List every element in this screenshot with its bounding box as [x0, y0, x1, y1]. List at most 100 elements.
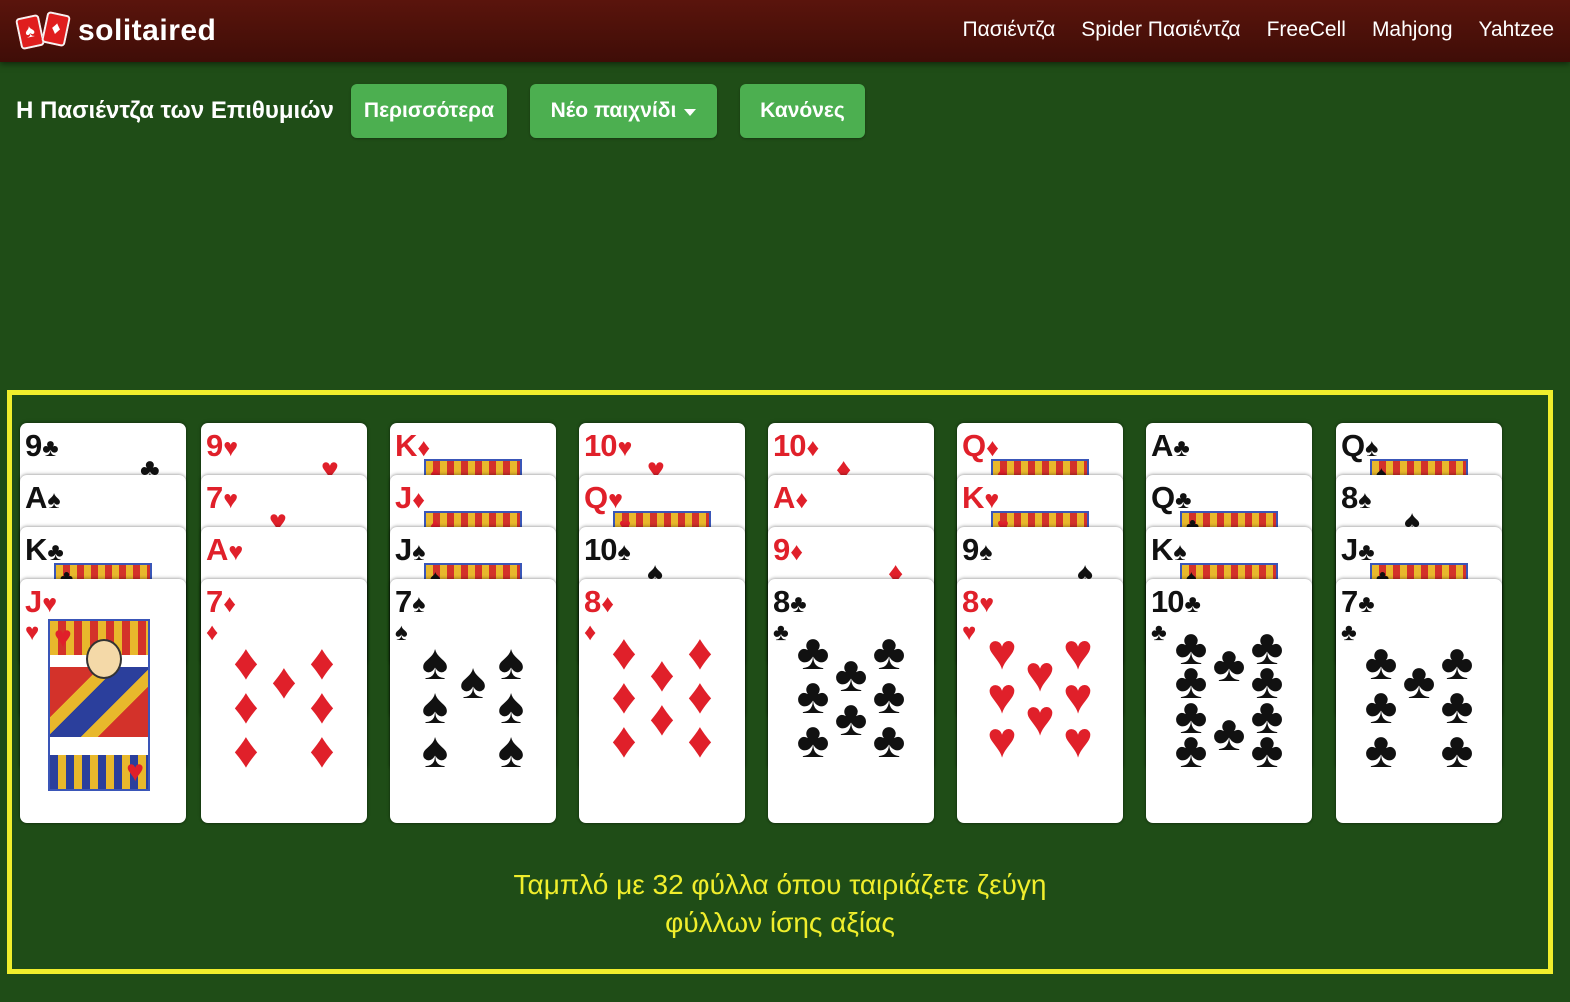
heart-icon: ♥ [25, 619, 40, 646]
nav-link-solitaire[interactable]: Πασιέντζα [962, 18, 1055, 42]
card-rank: 8 [1341, 480, 1358, 515]
diamond-icon: ♦ [412, 486, 425, 514]
card-rank: 9 [25, 428, 42, 463]
spade-icon: ♠ [395, 619, 408, 646]
heart-pip-icon: ♥ [1025, 690, 1055, 746]
card-rank: A [206, 532, 228, 567]
club-icon: ♣ [42, 434, 58, 462]
diamond-pip-icon: ♦ [233, 722, 259, 778]
rules-button-label: Κανόνες [760, 99, 845, 122]
club-icon: ♣ [1341, 619, 1357, 646]
heart-icon: ♥ [228, 538, 243, 566]
club-icon: ♣ [1358, 590, 1374, 618]
nav-link-spider[interactable]: Spider Πασιέντζα [1081, 18, 1240, 42]
card-rank: 10 [584, 428, 617, 463]
heart-icon: ♥ [984, 486, 999, 514]
more-button-label: Περισσότερα [363, 99, 495, 122]
site-logo[interactable]: ♠ ♦ solitaired [14, 10, 217, 51]
card-rank: 9 [206, 428, 223, 463]
game-description-line-2: φύλλων ίσης αξίας [665, 907, 895, 938]
nav-link-freecell[interactable]: FreeCell [1267, 18, 1346, 42]
diamond-icon: ♦ [790, 538, 803, 566]
card-rank: A [1151, 428, 1173, 463]
spade-icon: ♠ [1365, 434, 1378, 462]
diamond-pip-icon: ♦ [611, 712, 637, 768]
card-corner-label: 10♥ [584, 428, 632, 465]
club-icon: ♣ [1358, 538, 1374, 566]
spade-icon: ♠ [617, 538, 630, 566]
card-rank: Q [1151, 480, 1175, 515]
card-rank: Q [1341, 428, 1365, 463]
spade-icon: ♠ [1173, 538, 1186, 566]
tableau-column: 10♦ ♦ A♦ 9♦ ♦ 8♣ ♣ ♣ ♣ ♣ ♣ ♣ ♣ ♣ ♣ [768, 423, 934, 823]
card-rank: 10 [773, 428, 806, 463]
more-button[interactable]: Περισσότερα [351, 84, 507, 138]
card-corner-label: 8♠ [1341, 480, 1372, 517]
rules-button[interactable]: Κανόνες [740, 84, 865, 138]
card-rank: Q [584, 480, 608, 515]
card-rank: A [773, 480, 795, 515]
playing-card[interactable]: 8♥ ♥ ♥ ♥ ♥ ♥ ♥ ♥ ♥ ♥ [957, 579, 1123, 823]
card-rank: 10 [584, 532, 617, 567]
club-pip-icon: ♣ [796, 712, 830, 768]
club-pip-icon: ♣ [1250, 722, 1284, 778]
club-icon: ♣ [1175, 486, 1191, 514]
nav-link-yahtzee[interactable]: Yahtzee [1479, 18, 1555, 42]
card-corner-label: 7♣ [1341, 585, 1375, 621]
logo-cards-icon: ♠ ♦ [14, 10, 72, 51]
diamond-icon: ♦ [795, 486, 808, 514]
tableau-column: 9♥ ♥ 7♥ ♥ A♥ 7♦ ♦ ♦ ♦ ♦ ♦ ♦ ♦ ♦ [201, 423, 367, 823]
playing-card[interactable]: 8♣ ♣ ♣ ♣ ♣ ♣ ♣ ♣ ♣ ♣ [768, 579, 934, 823]
tableau-column: Q♦ ♦ K♥ ♥ 9♠ ♠ 8♥ ♥ ♥ ♥ ♥ ♥ ♥ ♥ ♥ ♥ [957, 423, 1123, 823]
heart-icon: ♥ [223, 486, 238, 514]
card-rank: 8 [584, 584, 601, 619]
heart-icon: ♥ [608, 486, 623, 514]
spade-icon: ♠ [47, 486, 60, 514]
playing-card[interactable]: 8♦ ♦ ♦ ♦ ♦ ♦ ♦ ♦ ♦ ♦ [579, 579, 745, 823]
heart-icon: ♥ [979, 590, 994, 618]
card-rank: J [395, 480, 412, 515]
spade-icon: ♠ [412, 590, 425, 618]
playing-card[interactable]: J♥ ♥ ♥ ♥ [20, 579, 186, 823]
top-navbar: ♠ ♦ solitaired Πασιέντζα Spider Πασιέντζ… [0, 0, 1570, 62]
spade-icon: ♠ [979, 538, 992, 566]
tableau-column: K♦ ♦ J♦ ♦ J♠ ♠ 7♠ ♠ ♠ ♠ ♠ ♠ ♠ ♠ ♠ [390, 423, 556, 823]
card-rank: 7 [395, 584, 412, 619]
card-rank: 8 [962, 584, 979, 619]
playing-card[interactable]: 7♣ ♣ ♣ ♣ ♣ ♣ ♣ ♣ ♣ [1336, 579, 1502, 823]
card-corner-label: A♣ [1151, 428, 1190, 465]
new-game-button[interactable]: Νέο παιχνίδι [530, 84, 717, 138]
game-title: Η Πασιέντζα των Επιθυμιών [16, 97, 334, 124]
card-rank: 10 [1151, 584, 1184, 619]
nav-link-mahjong[interactable]: Mahjong [1372, 18, 1453, 42]
heart-icon: ♥ [962, 619, 977, 646]
card-corner-label: 10♦ [773, 428, 819, 465]
club-pip-icon: ♣ [1364, 722, 1398, 778]
diamond-icon: ♦ [223, 590, 236, 618]
club-pip-icon: ♣ [1212, 636, 1246, 692]
card-corner-label: 9♦ [773, 533, 803, 569]
playing-card[interactable]: 7♦ ♦ ♦ ♦ ♦ ♦ ♦ ♦ ♦ [201, 579, 367, 823]
spade-pip-icon: ♠ [459, 653, 487, 709]
game-description-line-1: Ταμπλό με 32 φύλλα όπου ταιριάζετε ζεύγη [513, 869, 1047, 900]
spade-icon: ♠ [412, 538, 425, 566]
card-rank: Q [962, 428, 986, 463]
jack-face-art: ♥ ♥ [48, 619, 150, 791]
card-corner-label: J♣ [1341, 532, 1375, 569]
club-pip-icon: ♣ [872, 712, 906, 768]
brand-name: solitaired [78, 14, 217, 47]
heart-icon: ♥ [126, 755, 144, 788]
card-corner-label: 7♥ [206, 480, 238, 517]
heart-pip-icon: ♥ [987, 712, 1017, 768]
diamond-pip-icon: ♦ [309, 722, 335, 778]
game-description: Ταμπλό με 32 φύλλα όπου ταιριάζετε ζεύγη… [480, 866, 1080, 942]
card-corner-label: 7♠ [395, 584, 426, 621]
playing-card[interactable]: 10♣ ♣ ♣ ♣ ♣ ♣ ♣ ♣ ♣ ♣ ♣ ♣ [1146, 579, 1312, 823]
card-rank: 7 [206, 480, 223, 515]
playing-card[interactable]: 7♠ ♠ ♠ ♠ ♠ ♠ ♠ ♠ ♠ [390, 579, 556, 823]
card-corner-label: 8♥ [962, 584, 994, 621]
diamond-pip-icon: ♦ [271, 653, 297, 709]
card-rank: J [1341, 532, 1358, 567]
club-pip-icon: ♣ [834, 690, 868, 746]
diamond-icon: ♦ [584, 619, 597, 646]
